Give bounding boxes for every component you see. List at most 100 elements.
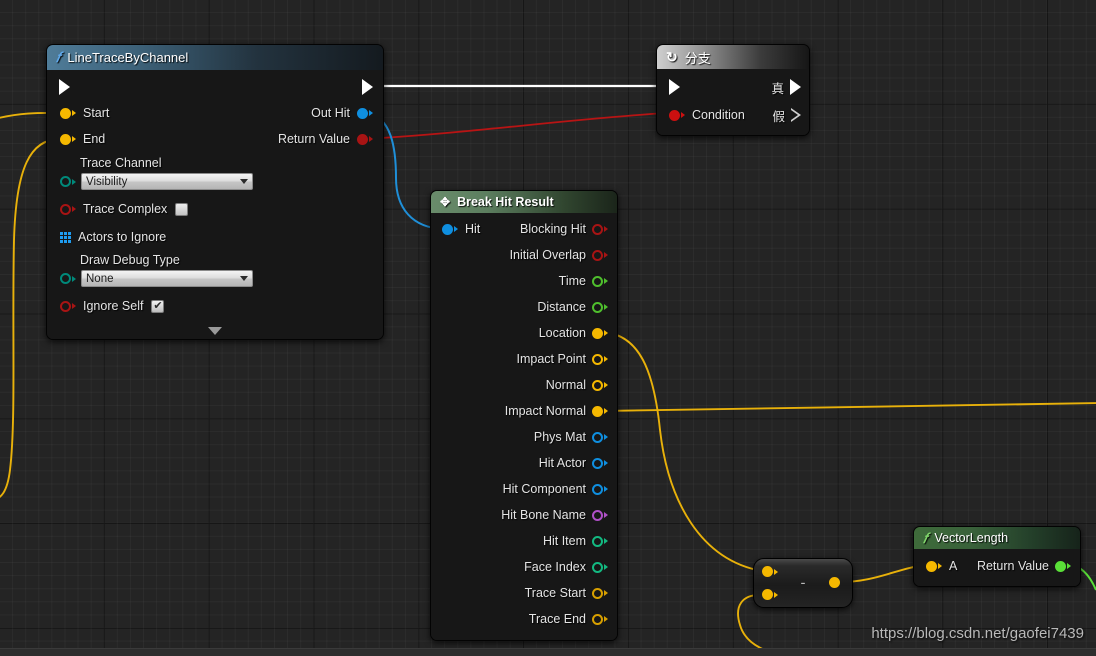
input-pin-ignore-self[interactable] (60, 300, 76, 312)
function-f-icon: 𝑓 (923, 529, 928, 546)
node-branch[interactable]: ↻ 分支 真 Condition 假 (656, 44, 810, 136)
pin-row-time: Time (431, 268, 617, 294)
pin-row-hit-component: Hit Component (431, 476, 617, 502)
field-trace-channel: Trace Channel Visibility (47, 152, 383, 192)
output-pin-blocking-hit[interactable] (592, 223, 608, 235)
node-collapse-toggle-line-trace[interactable] (47, 319, 383, 337)
node-header-line-trace: 𝑓 LineTraceByChannel (47, 45, 383, 70)
pin-row-hit-actor: Hit Actor (431, 450, 617, 476)
wire-returnvalue-condition (364, 112, 666, 140)
label-trace-complex: Trace Complex (83, 202, 168, 216)
node-body-break-hit-result: Hit Blocking Hit Initial Overlap Time Di… (431, 213, 617, 640)
output-pin-trace-start[interactable] (592, 587, 608, 599)
output-pin-trace-end[interactable] (592, 613, 608, 625)
output-pin-subtract[interactable] (829, 577, 840, 588)
label-impact-point: Impact Point (516, 352, 586, 366)
label-end: End (83, 132, 106, 146)
pin-row-location: Location (431, 320, 617, 346)
pin-row-trace-start: Trace Start (431, 580, 617, 606)
output-pin-face-index[interactable] (592, 561, 608, 573)
input-pin-start[interactable] (60, 107, 76, 119)
node-break-hit-result[interactable]: ✥ Break Hit Result Hit Blocking Hit Init… (430, 190, 618, 641)
input-pin-draw-debug-type[interactable] (60, 273, 76, 284)
checkbox-ignore-self[interactable]: ✔ (151, 299, 165, 313)
pin-row-end-returnvalue: End Return Value (47, 126, 383, 152)
label-normal: Normal (545, 378, 586, 392)
label-hit-bone-name: Hit Bone Name (501, 508, 586, 522)
function-f-icon: 𝑓 (56, 49, 61, 65)
pin-row-phys-mat: Phys Mat (431, 424, 617, 450)
output-pin-hit-item[interactable] (592, 535, 608, 547)
exec-in-pin-line-trace[interactable] (59, 79, 70, 95)
branch-icon: ↻ (666, 48, 678, 65)
output-pin-impact-point[interactable] (592, 353, 608, 365)
output-pin-return-value-vector-length[interactable] (1055, 560, 1071, 572)
output-pin-normal[interactable] (592, 379, 608, 391)
dropdown-draw-debug-type[interactable]: None (81, 270, 253, 287)
input-pin-subtract-b[interactable] (762, 589, 778, 600)
chevron-down-icon (240, 179, 248, 184)
pin-row-impact-point: Impact Point (431, 346, 617, 372)
exec-out-pin-true[interactable] (790, 79, 801, 95)
exec-out-pin-false[interactable] (791, 108, 801, 122)
output-pin-hit-bone-name[interactable] (592, 509, 608, 521)
array-grid-icon[interactable] (60, 231, 71, 243)
label-actors-to-ignore: Actors to Ignore (78, 230, 167, 244)
exec-in-pin-branch[interactable] (669, 79, 680, 95)
label-initial-overlap: Initial Overlap (509, 248, 586, 262)
pin-row-hit-bone-name: Hit Bone Name (431, 502, 617, 528)
output-pin-location[interactable] (592, 327, 608, 339)
row-branch-exec-true: 真 (657, 73, 809, 101)
check-icon: ✔ (153, 299, 163, 312)
row-branch-condition-false: Condition 假 (657, 101, 809, 129)
output-pin-time[interactable] (592, 275, 608, 287)
label-impact-normal: Impact Normal (504, 404, 586, 418)
wire-impactnormal-right (601, 402, 1096, 412)
node-title-branch: 分支 (684, 50, 711, 66)
node-title-line-trace: LineTraceByChannel (67, 50, 189, 65)
blueprint-graph-canvas[interactable]: 𝑓 LineTraceByChannel Start Out Hit End R… (0, 0, 1096, 656)
wire-location-subtract-a (601, 331, 763, 572)
label-out-hit: Out Hit (311, 106, 350, 120)
node-vector-length[interactable]: 𝑓 VectorLength A Return Value (913, 526, 1081, 587)
label-branch-false: 假 (772, 109, 785, 124)
label-blocking-hit: Blocking Hit (520, 222, 586, 236)
label-phys-mat: Phys Mat (533, 430, 586, 444)
node-subtract[interactable]: - (753, 558, 853, 608)
dropdown-trace-channel[interactable]: Visibility (81, 173, 253, 190)
output-pin-impact-normal[interactable] (592, 405, 608, 417)
pin-row-start-outhit: Start Out Hit (47, 100, 383, 126)
node-header-break-hit-result: ✥ Break Hit Result (431, 191, 617, 213)
output-pin-initial-overlap[interactable] (592, 249, 608, 261)
output-pin-phys-mat[interactable] (592, 431, 608, 443)
label-trace-channel: Trace Channel (80, 156, 162, 170)
input-pin-hit[interactable] (442, 223, 458, 235)
pin-row-initial-overlap: Initial Overlap (431, 242, 617, 268)
output-pin-hit-actor[interactable] (592, 457, 608, 469)
output-pin-distance[interactable] (592, 301, 608, 313)
bottom-bar (0, 648, 1096, 656)
label-a: A (949, 559, 958, 573)
checkbox-trace-complex[interactable] (175, 202, 189, 216)
label-draw-debug-type: Draw Debug Type (80, 253, 180, 267)
label-distance: Distance (537, 300, 586, 314)
input-pin-a[interactable] (926, 560, 942, 572)
label-hit-component: Hit Component (502, 482, 586, 496)
input-pin-trace-complex[interactable] (60, 203, 76, 215)
exec-out-pin-line-trace[interactable] (362, 79, 373, 95)
output-pin-out-hit[interactable] (357, 107, 373, 119)
input-pin-condition[interactable] (669, 109, 685, 121)
node-line-trace-by-channel[interactable]: 𝑓 LineTraceByChannel Start Out Hit End R… (46, 44, 384, 340)
label-trace-start: Trace Start (524, 586, 586, 600)
watermark-text: https://blog.csdn.net/gaofei7439 (871, 625, 1084, 642)
output-pin-return-value[interactable] (357, 133, 373, 145)
node-body-vector-length: A Return Value (914, 549, 1080, 586)
input-pin-end[interactable] (60, 133, 76, 145)
exec-row-line-trace (47, 74, 383, 100)
input-pin-trace-channel[interactable] (60, 176, 76, 187)
chevron-down-icon (208, 327, 222, 335)
pin-row-vector-length: A Return Value (914, 553, 1080, 579)
output-pin-hit-component[interactable] (592, 483, 608, 495)
label-branch-true: 真 (771, 81, 784, 96)
dropdown-draw-debug-type-value: None (86, 272, 114, 285)
